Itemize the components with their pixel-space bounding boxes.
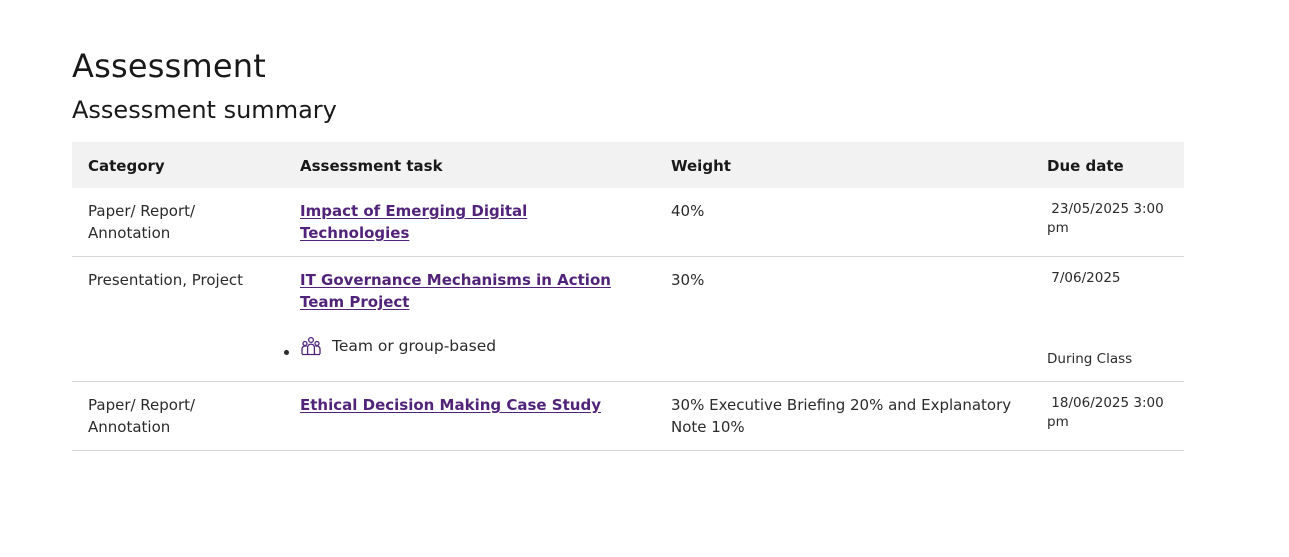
table-row: Paper/ Report/ Annotation Ethical Decisi… [72,381,1184,451]
task-meta-item: Team or group-based [300,335,639,363]
table-body: Paper/ Report/ Annotation Impact of Emer… [72,188,1184,451]
group-icon [300,335,322,357]
section-title: Assessment summary [72,96,337,124]
task-meta-list: Team or group-based [282,335,639,363]
due-date-cell: 18/06/2025 3:00 pm [1031,381,1184,451]
task-link[interactable]: Ethical Decision Making Case Study [300,396,601,414]
page-title: Assessment [72,47,266,85]
table-header: Category Assessment task Weight Due date [72,142,1184,188]
category-cell: Presentation, Project [72,256,284,382]
assessment-page: Assessment Assessment summary Category A… [0,0,1289,451]
due-date-cell: 23/05/2025 3:00 pm [1031,188,1184,257]
task-link[interactable]: IT Governance Mechanisms in Action Team … [300,271,611,311]
column-header-task: Assessment task [284,142,655,188]
column-header-category: Category [72,142,284,188]
weight-cell: 40% [655,188,1031,257]
due-date-note: During Class [1047,351,1133,367]
column-header-due-date: Due date [1031,142,1184,188]
due-date: 23/05/2025 3:00 pm [1047,201,1169,236]
due-date: 7/06/2025 [1047,270,1121,286]
task-link[interactable]: Impact of Emerging Digital Technologies [300,202,527,242]
assessment-summary-table: Category Assessment task Weight Due date… [72,142,1184,451]
task-cell: Ethical Decision Making Case Study [284,381,655,451]
due-date: 18/06/2025 3:00 pm [1047,395,1169,430]
weight-cell: 30% Executive Briefing 20% and Explanato… [655,381,1031,451]
category-cell: Paper/ Report/ Annotation [72,381,284,451]
task-cell: IT Governance Mechanisms in Action Team … [282,256,655,382]
category-cell: Paper/ Report/ Annotation [72,188,284,257]
table-header-row: Category Assessment task Weight Due date [72,142,1184,188]
table-row: Presentation, Project IT Governance Mech… [72,256,1184,382]
table-row: Paper/ Report/ Annotation Impact of Emer… [72,188,1184,257]
due-date-cell: 7/06/2025 During Class [1031,256,1184,382]
column-header-weight: Weight [655,142,1031,188]
weight-cell: 30% [655,256,1031,382]
task-meta-label: Team or group-based [332,337,497,355]
task-cell: Impact of Emerging Digital Technologies [284,188,655,257]
task-meta-content: Team or group-based [300,335,496,357]
